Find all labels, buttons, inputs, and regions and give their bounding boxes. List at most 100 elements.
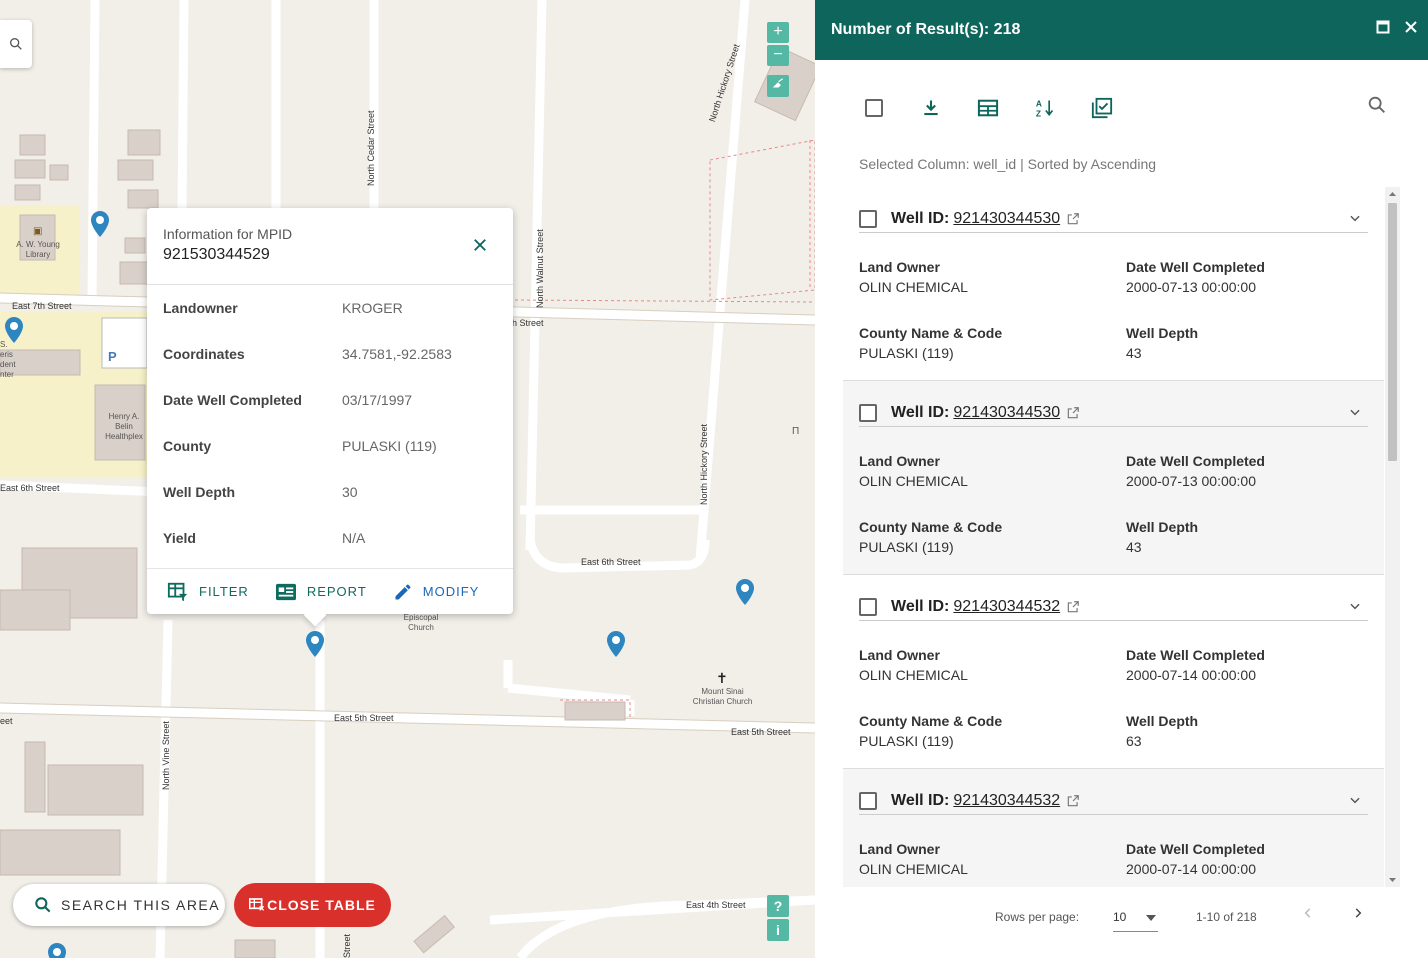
report-button[interactable]: REPORT (275, 582, 367, 602)
svg-text:Z: Z (1036, 108, 1041, 118)
well-id-link[interactable]: 921430344530 (953, 210, 1060, 228)
field-value: OLIN CHEMICAL (859, 667, 968, 683)
chevron-down-icon[interactable] (1348, 793, 1362, 807)
map-pin[interactable] (47, 942, 67, 958)
map-search-button[interactable] (0, 20, 32, 68)
field-label: Land Owner (859, 841, 940, 857)
street-label-partial-a: h Street (512, 318, 544, 328)
field-label: Date Well Completed (1126, 259, 1265, 275)
field-value: 43 (1126, 345, 1142, 361)
open-in-new-icon[interactable] (1066, 600, 1080, 614)
help-button[interactable]: ? (767, 895, 789, 917)
result-card[interactable]: Well ID: 921430344532 Land Owner OLIN CHE… (843, 575, 1384, 769)
well-id-link[interactable]: 921430344532 (953, 598, 1060, 616)
filter-button[interactable]: FILTER (167, 581, 249, 603)
row-checkbox[interactable] (859, 791, 877, 810)
scrollbar-thumb[interactable] (1388, 203, 1397, 461)
zoom-out-button[interactable]: − (767, 45, 789, 66)
maximize-icon[interactable] (1376, 20, 1390, 34)
pencil-icon (395, 583, 411, 599)
street-label-east-4th: East 4th Street (686, 900, 746, 910)
card-header: Well ID: 921430344532 (859, 787, 1368, 815)
map-pin[interactable] (606, 630, 626, 658)
field-value: 2000-07-14 00:00:00 (1126, 667, 1256, 683)
map-pin[interactable] (4, 316, 24, 344)
modify-label: MODIFY (422, 584, 480, 599)
field-value: 2000-07-14 00:00:00 (1126, 861, 1256, 877)
field-value: OLIN CHEMICAL (859, 861, 968, 877)
close-icon[interactable] (1404, 20, 1418, 34)
field-county: County Name & Code PULASKI (119) (859, 713, 1002, 749)
open-in-new-icon[interactable] (1066, 794, 1080, 808)
field-land-owner: Land Owner OLIN CHEMICAL (859, 841, 968, 877)
popup-row-label: Yield (163, 530, 196, 546)
table-icon (249, 898, 265, 911)
street-label-east-6th-mid: East 6th Street (581, 557, 641, 567)
close-icon[interactable] (471, 236, 489, 254)
field-value: OLIN CHEMICAL (859, 279, 968, 295)
popup-row-label: Date Well Completed (163, 392, 302, 408)
church-cross-icon: ✝ (716, 670, 728, 686)
search-this-area-button[interactable]: SEARCH THIS AREA (13, 884, 225, 926)
chevron-left-icon[interactable] (1301, 906, 1315, 920)
popup-row-county: County PULASKI (119) (163, 423, 497, 469)
search-icon (35, 897, 51, 913)
close-table-label: CLOSE TABLE (267, 897, 376, 913)
chevron-down-icon[interactable] (1348, 599, 1362, 613)
scroll-down-icon[interactable] (1385, 875, 1400, 885)
result-card[interactable]: Well ID: 921430344532 Land Owner OLIN CHE… (843, 769, 1384, 887)
field-value: OLIN CHEMICAL (859, 473, 968, 489)
columns-button[interactable] (974, 94, 1002, 122)
row-checkbox[interactable] (859, 209, 877, 228)
open-in-new-icon[interactable] (1066, 212, 1080, 226)
modify-button[interactable]: MODIFY (393, 582, 480, 602)
field-county: County Name & Code PULASKI (119) (859, 519, 1002, 555)
field-land-owner: Land Owner OLIN CHEMICAL (859, 647, 968, 683)
results-count-title: Number of Result(s): 218 (831, 21, 1021, 38)
select-all-toggle-button[interactable] (1088, 94, 1116, 122)
table-search-button[interactable] (1366, 94, 1388, 121)
eraser-icon (772, 78, 784, 88)
open-in-new-icon[interactable] (1066, 406, 1080, 420)
popup-row-value: PULASKI (119) (342, 438, 437, 454)
map-pin[interactable] (735, 578, 755, 606)
map-view[interactable]: East 7th Street East 6th Street East 6th… (0, 0, 815, 958)
select-all-checkbox[interactable] (860, 94, 888, 122)
map-pin[interactable] (90, 210, 110, 238)
chevron-down-icon[interactable] (1348, 211, 1362, 225)
popup-row-date-completed: Date Well Completed 03/17/1997 (163, 377, 497, 423)
card-header: Well ID: 921430344530 (859, 205, 1368, 233)
well-id-link[interactable]: 921430344532 (953, 792, 1060, 810)
popup-row-value: N/A (342, 530, 366, 546)
download-button[interactable] (917, 94, 945, 122)
close-table-button[interactable]: CLOSE TABLE (234, 883, 391, 927)
info-button[interactable]: i (767, 919, 789, 941)
scroll-up-icon[interactable] (1385, 189, 1400, 199)
page-range: 1-10 of 218 (1196, 910, 1257, 924)
field-well-depth: Well Depth 43 (1126, 519, 1198, 555)
zoom-in-button[interactable]: + (767, 22, 789, 43)
well-id-link[interactable]: 921430344530 (953, 404, 1060, 422)
row-checkbox[interactable] (859, 403, 877, 422)
well-id-label: Well ID: (891, 597, 950, 615)
row-checkbox[interactable] (859, 597, 877, 616)
field-date-completed: Date Well Completed 2000-07-14 00:00:00 (1126, 841, 1265, 877)
library-add-check-icon (1091, 97, 1113, 119)
result-card[interactable]: Well ID: 921430344530 Land Owner OLIN CHE… (843, 187, 1384, 381)
chevron-right-icon[interactable] (1351, 906, 1365, 920)
field-label: Well Depth (1126, 713, 1199, 729)
results-list[interactable]: Well ID: 921430344530 Land Owner OLIN CHE… (843, 187, 1384, 887)
sort-button[interactable]: AZ (1031, 94, 1059, 122)
list-scrollbar[interactable] (1385, 187, 1400, 887)
rows-per-page-select[interactable]: 10 (1113, 900, 1158, 932)
clear-selection-button[interactable] (767, 75, 789, 97)
result-card[interactable]: Well ID: 921430344530 Land Owner OLIN CHE… (843, 381, 1384, 575)
map-pin-selected[interactable] (305, 630, 325, 658)
filter-label: FILTER (199, 584, 249, 599)
street-label-partial-b: eet (0, 716, 13, 726)
caret-down-icon (1146, 915, 1156, 921)
field-label: Land Owner (859, 647, 940, 663)
popup-row-label: County (163, 438, 212, 454)
street-label-north-hickory-mid: North Hickory Street (699, 423, 709, 505)
chevron-down-icon[interactable] (1348, 405, 1362, 419)
